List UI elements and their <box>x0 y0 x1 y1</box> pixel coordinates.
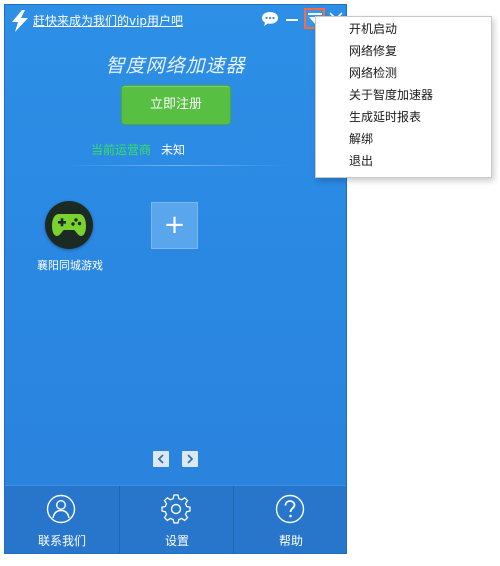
nav-label: 设置 <box>164 534 189 548</box>
add-game-button[interactable]: + <box>151 202 198 249</box>
lightning-logo-icon <box>12 10 28 32</box>
menu-item-exit[interactable]: 退出 <box>349 151 373 171</box>
contact-icon <box>46 494 76 524</box>
app-title: 智度网络加速器 <box>105 55 246 77</box>
nav-label: 联系我们 <box>37 534 86 548</box>
menu-item-auto-start[interactable]: 开机启动 <box>349 19 397 39</box>
vip-upgrade-link[interactable]: 赶快来成为我们的vip用户吧 <box>33 12 183 29</box>
menu-item-unbind[interactable]: 解绑 <box>349 129 373 149</box>
chevron-right-icon <box>187 454 194 464</box>
nav-label: 帮助 <box>278 534 303 548</box>
menu-item-latency-report[interactable]: 生成延时报表 <box>349 107 421 127</box>
nav-contact-us[interactable]: 联系我们 <box>5 486 119 553</box>
register-button[interactable]: 立即注册 <box>121 85 231 125</box>
minimize-icon[interactable] <box>286 19 298 21</box>
menu-item-network-repair[interactable]: 网络修复 <box>349 41 397 61</box>
gear-icon <box>161 494 191 524</box>
carrier-value: 未知 <box>161 143 186 157</box>
title-bar: 赶快来成为我们的vip用户吧 <box>5 5 346 35</box>
page-prev-button[interactable] <box>153 451 169 467</box>
carrier-label: 当前运营商 <box>91 143 152 157</box>
nav-settings[interactable]: 设置 <box>119 486 234 553</box>
chevron-left-icon <box>157 454 164 464</box>
divider <box>65 165 289 166</box>
gamepad-icon <box>45 201 93 249</box>
bottom-nav: 联系我们 设置 帮助 <box>5 485 346 553</box>
menu-item-about[interactable]: 关于智度加速器 <box>349 85 433 105</box>
options-dropdown-menu: 开机启动 网络修复 网络检测 关于智度加速器 生成延时报表 解绑 退出 <box>315 16 492 178</box>
menu-item-network-check[interactable]: 网络检测 <box>349 63 397 83</box>
help-icon <box>275 494 305 524</box>
game-label: 襄阳同城游戏 <box>37 259 103 272</box>
nav-help[interactable]: 帮助 <box>233 486 348 553</box>
page-next-button[interactable] <box>182 451 198 467</box>
main-window: 赶快来成为我们的vip用户吧 智度网络加速器 立即注册 当前运营商 未知 襄阳同… <box>4 4 347 554</box>
game-item[interactable]: 襄阳同城游戏 <box>35 201 105 281</box>
chat-icon[interactable] <box>261 11 279 27</box>
